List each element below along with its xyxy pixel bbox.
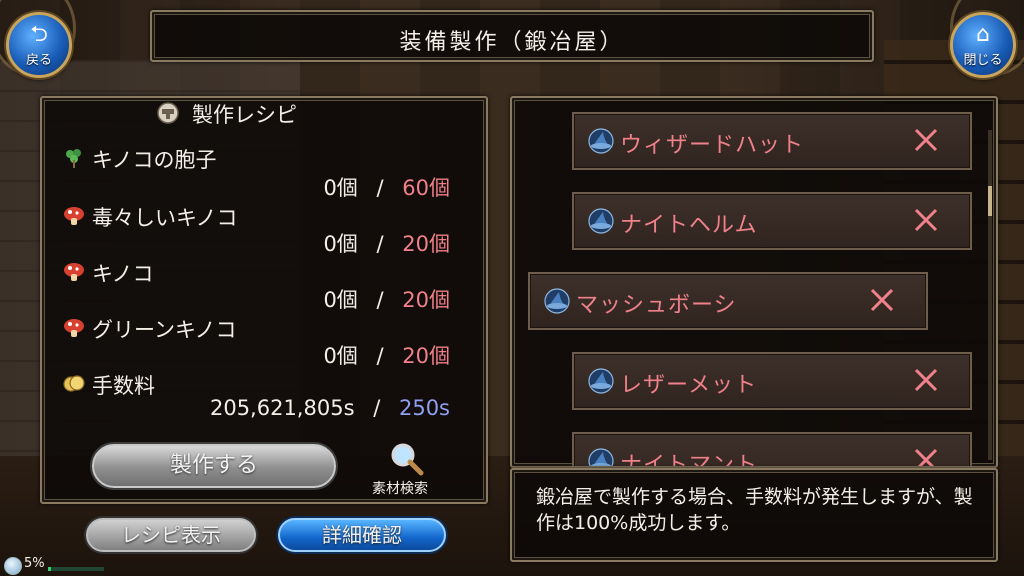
recipe-title: 製作レシピ xyxy=(192,103,297,127)
quantity-separator: / xyxy=(373,396,381,420)
back-button[interactable]: ⮌ 戻る xyxy=(6,12,72,78)
title-bar: 装備製作（鍛冶屋） xyxy=(150,10,874,62)
item-name: レザーメット xyxy=(620,373,758,398)
material-name: 毒々しいキノコ xyxy=(92,206,238,230)
mushroom-icon xyxy=(64,263,84,281)
item-name: マッシュボーシ xyxy=(576,293,737,318)
quantity-separator: / xyxy=(376,176,384,200)
hat-icon xyxy=(588,128,614,154)
status-percent: 5% xyxy=(24,556,45,571)
material-have: 0個 xyxy=(323,344,358,368)
material-search-label[interactable]: 素材検索 xyxy=(372,478,428,498)
fee-name: 手数料 xyxy=(92,374,155,398)
spore-icon xyxy=(66,149,81,168)
back-arrow-icon: ⮌ xyxy=(30,22,48,47)
list-item[interactable]: ナイトヘルム xyxy=(572,192,972,250)
quantity-separator: / xyxy=(376,344,384,368)
equipment-list-panel: ウィザードハット ナイトヘルム マッシュボーシ レザーメット ナイトマント xyxy=(510,96,998,468)
status-indicator: 5% xyxy=(4,555,104,575)
home-icon: ⌂ xyxy=(976,22,990,47)
recipe-header: 製作レシピ xyxy=(152,98,380,128)
close-button[interactable]: ⌂ 閉じる xyxy=(950,12,1016,78)
fee-have: 205,621,805s xyxy=(209,396,355,420)
status-bar-fill xyxy=(48,567,51,571)
quantity-separator: / xyxy=(376,232,384,256)
coin-icon xyxy=(63,375,85,392)
status-bar xyxy=(48,567,104,571)
material-have: 0個 xyxy=(323,288,358,312)
list-scrollbar-thumb[interactable] xyxy=(988,186,992,216)
status-orb-icon xyxy=(4,557,22,575)
material-quantity: 0個 / 20個 xyxy=(323,284,450,314)
hat-icon xyxy=(544,288,570,314)
material-need: 20個 xyxy=(402,344,450,368)
anvil-icon xyxy=(157,102,179,124)
item-name: ナイトヘルム xyxy=(620,213,758,238)
material-name: グリーンキノコ xyxy=(92,318,237,342)
back-button-label: 戻る xyxy=(25,53,52,68)
show-recipe-button[interactable]: レシピ表示 xyxy=(86,518,256,552)
message-panel: 鍛冶屋で製作する場合、手数料が発生しますが、製作は100%成功します。 xyxy=(510,468,998,562)
material-need: 60個 xyxy=(402,176,450,200)
cross-icon xyxy=(914,448,938,466)
cross-icon xyxy=(914,208,938,232)
mushroom-icon xyxy=(64,319,84,337)
list-scrollbar[interactable] xyxy=(988,130,992,460)
quantity-separator: / xyxy=(376,288,384,312)
details-button[interactable]: 詳細確認 xyxy=(278,518,446,552)
material-need: 20個 xyxy=(402,288,450,312)
list-item[interactable]: ナイトマント xyxy=(572,432,972,468)
help-message: 鍛冶屋で製作する場合、手数料が発生しますが、製作は100%成功します。 xyxy=(536,486,973,534)
list-item[interactable]: ウィザードハット xyxy=(572,112,972,170)
recipe-panel: 製作レシピ キノコの胞子 0個 / 60個 毒々しいキノコ 0個 / 20個 キ… xyxy=(40,96,488,504)
mushroom-icon xyxy=(64,207,84,225)
hat-icon xyxy=(588,448,614,466)
cross-icon xyxy=(914,128,938,152)
fee-need: 250s xyxy=(398,396,450,420)
item-name: ナイトマント xyxy=(620,453,759,468)
material-need: 20個 xyxy=(402,232,450,256)
close-button-label: 閉じる xyxy=(963,53,1003,68)
search-icon[interactable] xyxy=(388,440,424,476)
material-name: キノコの胞子 xyxy=(92,148,217,172)
material-have: 0個 xyxy=(323,176,358,200)
page-title: 装備製作（鍛冶屋） xyxy=(399,30,625,55)
material-have: 0個 xyxy=(323,232,358,256)
craft-button[interactable]: 製作する xyxy=(92,444,336,488)
hat-icon xyxy=(588,208,614,234)
cross-icon xyxy=(870,288,894,312)
material-quantity: 0個 / 20個 xyxy=(323,228,450,258)
material-quantity: 0個 / 60個 xyxy=(323,172,450,202)
cross-icon xyxy=(914,368,938,392)
list-item[interactable]: レザーメット xyxy=(572,352,972,410)
material-quantity: 0個 / 20個 xyxy=(323,340,450,370)
material-name: キノコ xyxy=(92,262,154,286)
hat-icon xyxy=(588,368,614,394)
list-item-selected[interactable]: マッシュボーシ xyxy=(528,272,928,330)
item-name: ウィザードハット xyxy=(620,133,805,158)
fee-quantity: 205,621,805s / 250s xyxy=(210,396,450,420)
